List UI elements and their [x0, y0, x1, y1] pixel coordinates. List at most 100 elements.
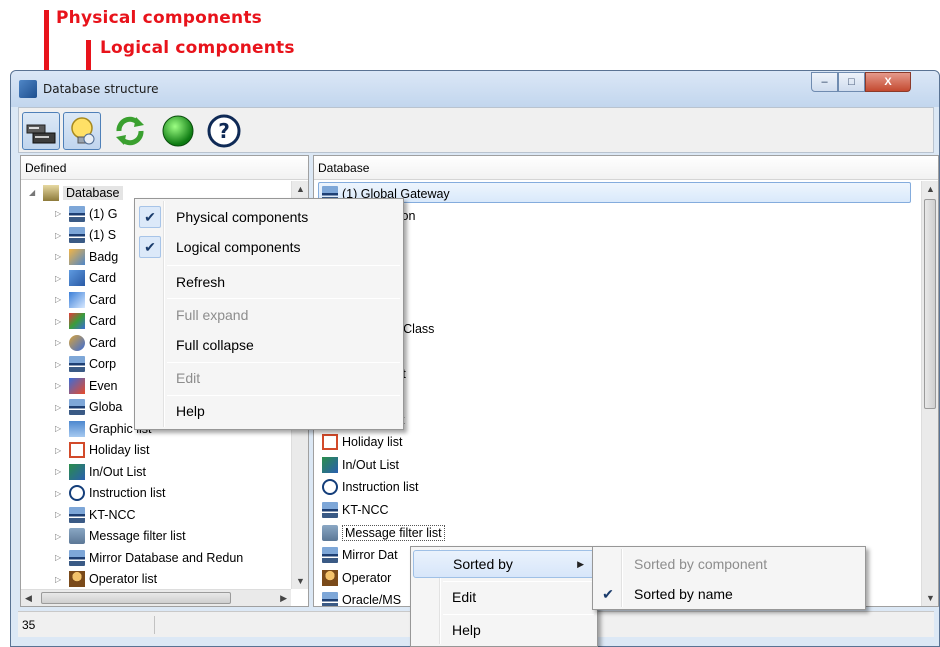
tree-item[interactable]: ▷ (1) G: [55, 203, 117, 224]
tree-root-database[interactable]: ◢ Database: [29, 182, 123, 203]
expand-arrow-icon[interactable]: ▷: [55, 338, 65, 347]
tree-item[interactable]: ▷ Badg: [55, 246, 118, 267]
menu-sorted-by[interactable]: Sorted by ▶: [413, 550, 595, 578]
expand-arrow-icon[interactable]: ▷: [55, 274, 65, 283]
menu-separator: [167, 362, 400, 363]
tree-item[interactable]: ▷ Operator list: [55, 569, 157, 590]
item-count: 35: [22, 618, 36, 632]
menu-sorted-by-name[interactable]: ✔ Sorted by name: [595, 580, 863, 608]
expand-arrow-icon[interactable]: ▷: [55, 532, 65, 541]
menu-help[interactable]: Help: [137, 397, 401, 425]
tree-item[interactable]: ▷ Message filter list: [55, 526, 186, 547]
pc-icon: [69, 506, 85, 523]
expand-arrow-icon[interactable]: ▷: [55, 553, 65, 562]
menu-help[interactable]: Help: [413, 616, 595, 644]
tree-item[interactable]: ▷ Corp: [55, 354, 116, 375]
menu-full-collapse[interactable]: Full collapse: [137, 331, 401, 359]
inout-icon: [322, 456, 338, 473]
expand-arrow-icon[interactable]: ▷: [55, 575, 65, 584]
card-icon: [69, 291, 85, 308]
expand-arrow-icon[interactable]: ▷: [55, 424, 65, 433]
help-button[interactable]: ?: [205, 112, 243, 150]
logical-components-button[interactable]: [63, 112, 101, 150]
tree-item[interactable]: ▷ Even: [55, 375, 118, 396]
scroll-down-arrow[interactable]: ▼: [926, 593, 935, 603]
menu-physical-components[interactable]: ✔ Physical components: [137, 203, 401, 231]
expand-arrow-icon[interactable]: ▷: [55, 446, 65, 455]
scroll-right-arrow[interactable]: ▶: [280, 593, 287, 604]
expand-arrow-icon[interactable]: ▷: [55, 295, 65, 304]
checkmark-icon: ✔: [139, 206, 161, 228]
tree-item[interactable]: ▷ Instruction list: [55, 483, 165, 504]
expand-arrow-icon[interactable]: ▷: [55, 360, 65, 369]
physical-components-button[interactable]: [22, 112, 60, 150]
holiday-icon: [322, 434, 338, 451]
list-item[interactable]: Holiday list: [322, 432, 402, 453]
tree-item[interactable]: ▷ Holiday list: [55, 440, 149, 461]
title-bar[interactable]: Database structure – □ X: [11, 71, 939, 107]
pc-icon: [69, 549, 85, 566]
logical-components-annotation: Logical components: [100, 38, 295, 58]
database-list-pane[interactable]: Database (1) Global Gatewayr Workstation…: [313, 155, 939, 607]
list-item[interactable]: Mirror Dat: [322, 545, 398, 566]
tree-item[interactable]: ▷ Card: [55, 332, 116, 353]
list-item[interactable]: Oracle/MS: [322, 590, 401, 606]
tree-item[interactable]: ▷ Card: [55, 268, 116, 289]
tree-item[interactable]: ▷ Globa: [55, 397, 122, 418]
card-icon: [69, 313, 85, 329]
scroll-up-arrow[interactable]: ▲: [296, 184, 305, 194]
tree-item[interactable]: ▷ In/Out List: [55, 461, 146, 482]
badge-icon: [69, 248, 85, 265]
card-icon: [69, 270, 85, 286]
expand-arrow-icon[interactable]: ▷: [55, 252, 65, 261]
instruction-icon: [69, 485, 85, 501]
pc-icon: [322, 592, 338, 606]
expand-arrow-icon[interactable]: ▷: [55, 403, 65, 412]
inout-icon: [69, 463, 85, 480]
left-horizontal-scroll-thumb[interactable]: [41, 592, 231, 604]
right-vertical-scrollbar[interactable]: ▲ ▼: [921, 181, 938, 606]
menu-edit[interactable]: Edit: [413, 583, 595, 611]
expand-arrow-icon[interactable]: ▷: [55, 381, 65, 390]
list-item[interactable]: In/Out List: [322, 454, 399, 475]
close-button[interactable]: X: [865, 72, 911, 92]
expand-arrow-icon[interactable]: ▷: [55, 489, 65, 498]
left-horizontal-scrollbar[interactable]: ◀ ▶: [21, 589, 291, 606]
expand-arrow-icon[interactable]: ▷: [55, 317, 65, 326]
expand-arrow-icon[interactable]: ▷: [55, 231, 65, 240]
tree-item[interactable]: ▷ Mirror Database and Redun: [55, 547, 243, 568]
list-item[interactable]: Operator: [322, 567, 391, 588]
list-context-menu: Sorted by ▶ Edit Help: [410, 546, 598, 647]
tree-item[interactable]: ▷ Card: [55, 311, 116, 332]
scroll-left-arrow[interactable]: ◀: [25, 593, 32, 604]
menu-refresh[interactable]: Refresh: [137, 268, 401, 296]
list-item[interactable]: Message filter list: [322, 522, 445, 543]
refresh-button[interactable]: [111, 112, 149, 150]
scroll-down-arrow[interactable]: ▼: [296, 576, 305, 586]
pc-icon: [322, 501, 338, 518]
expand-arrow-icon[interactable]: ▷: [55, 510, 65, 519]
tree-item[interactable]: ▷ KT-NCC: [55, 504, 136, 525]
scroll-up-arrow[interactable]: ▲: [926, 184, 935, 194]
expand-arrow-icon[interactable]: ▷: [55, 209, 65, 218]
list-item[interactable]: KT-NCC: [322, 499, 389, 520]
tree-item[interactable]: ▷ (1) S: [55, 225, 116, 246]
pc-icon: [69, 227, 85, 243]
help-icon: ?: [207, 114, 241, 148]
expand-arrow-icon[interactable]: ▷: [55, 467, 65, 476]
submenu-arrow-icon: ▶: [577, 558, 584, 569]
right-vertical-scroll-thumb[interactable]: [924, 199, 936, 409]
menu-full-expand: Full expand: [176, 307, 249, 323]
minimize-button[interactable]: –: [811, 72, 838, 92]
lightbulb-icon: [71, 117, 95, 145]
collapse-arrow-icon[interactable]: ◢: [29, 188, 39, 197]
holiday-icon: [69, 442, 85, 458]
maximize-button[interactable]: □: [838, 72, 865, 92]
list-item[interactable]: Instruction list: [322, 477, 418, 498]
operator-icon: [69, 571, 85, 587]
menu-sorted-by-component: Sorted by component: [634, 556, 768, 572]
tree-item[interactable]: ▷ Card: [55, 289, 116, 310]
status-button[interactable]: [159, 112, 197, 150]
menu-logical-components[interactable]: ✔ Logical components: [137, 233, 401, 261]
menu-separator: [167, 298, 400, 299]
